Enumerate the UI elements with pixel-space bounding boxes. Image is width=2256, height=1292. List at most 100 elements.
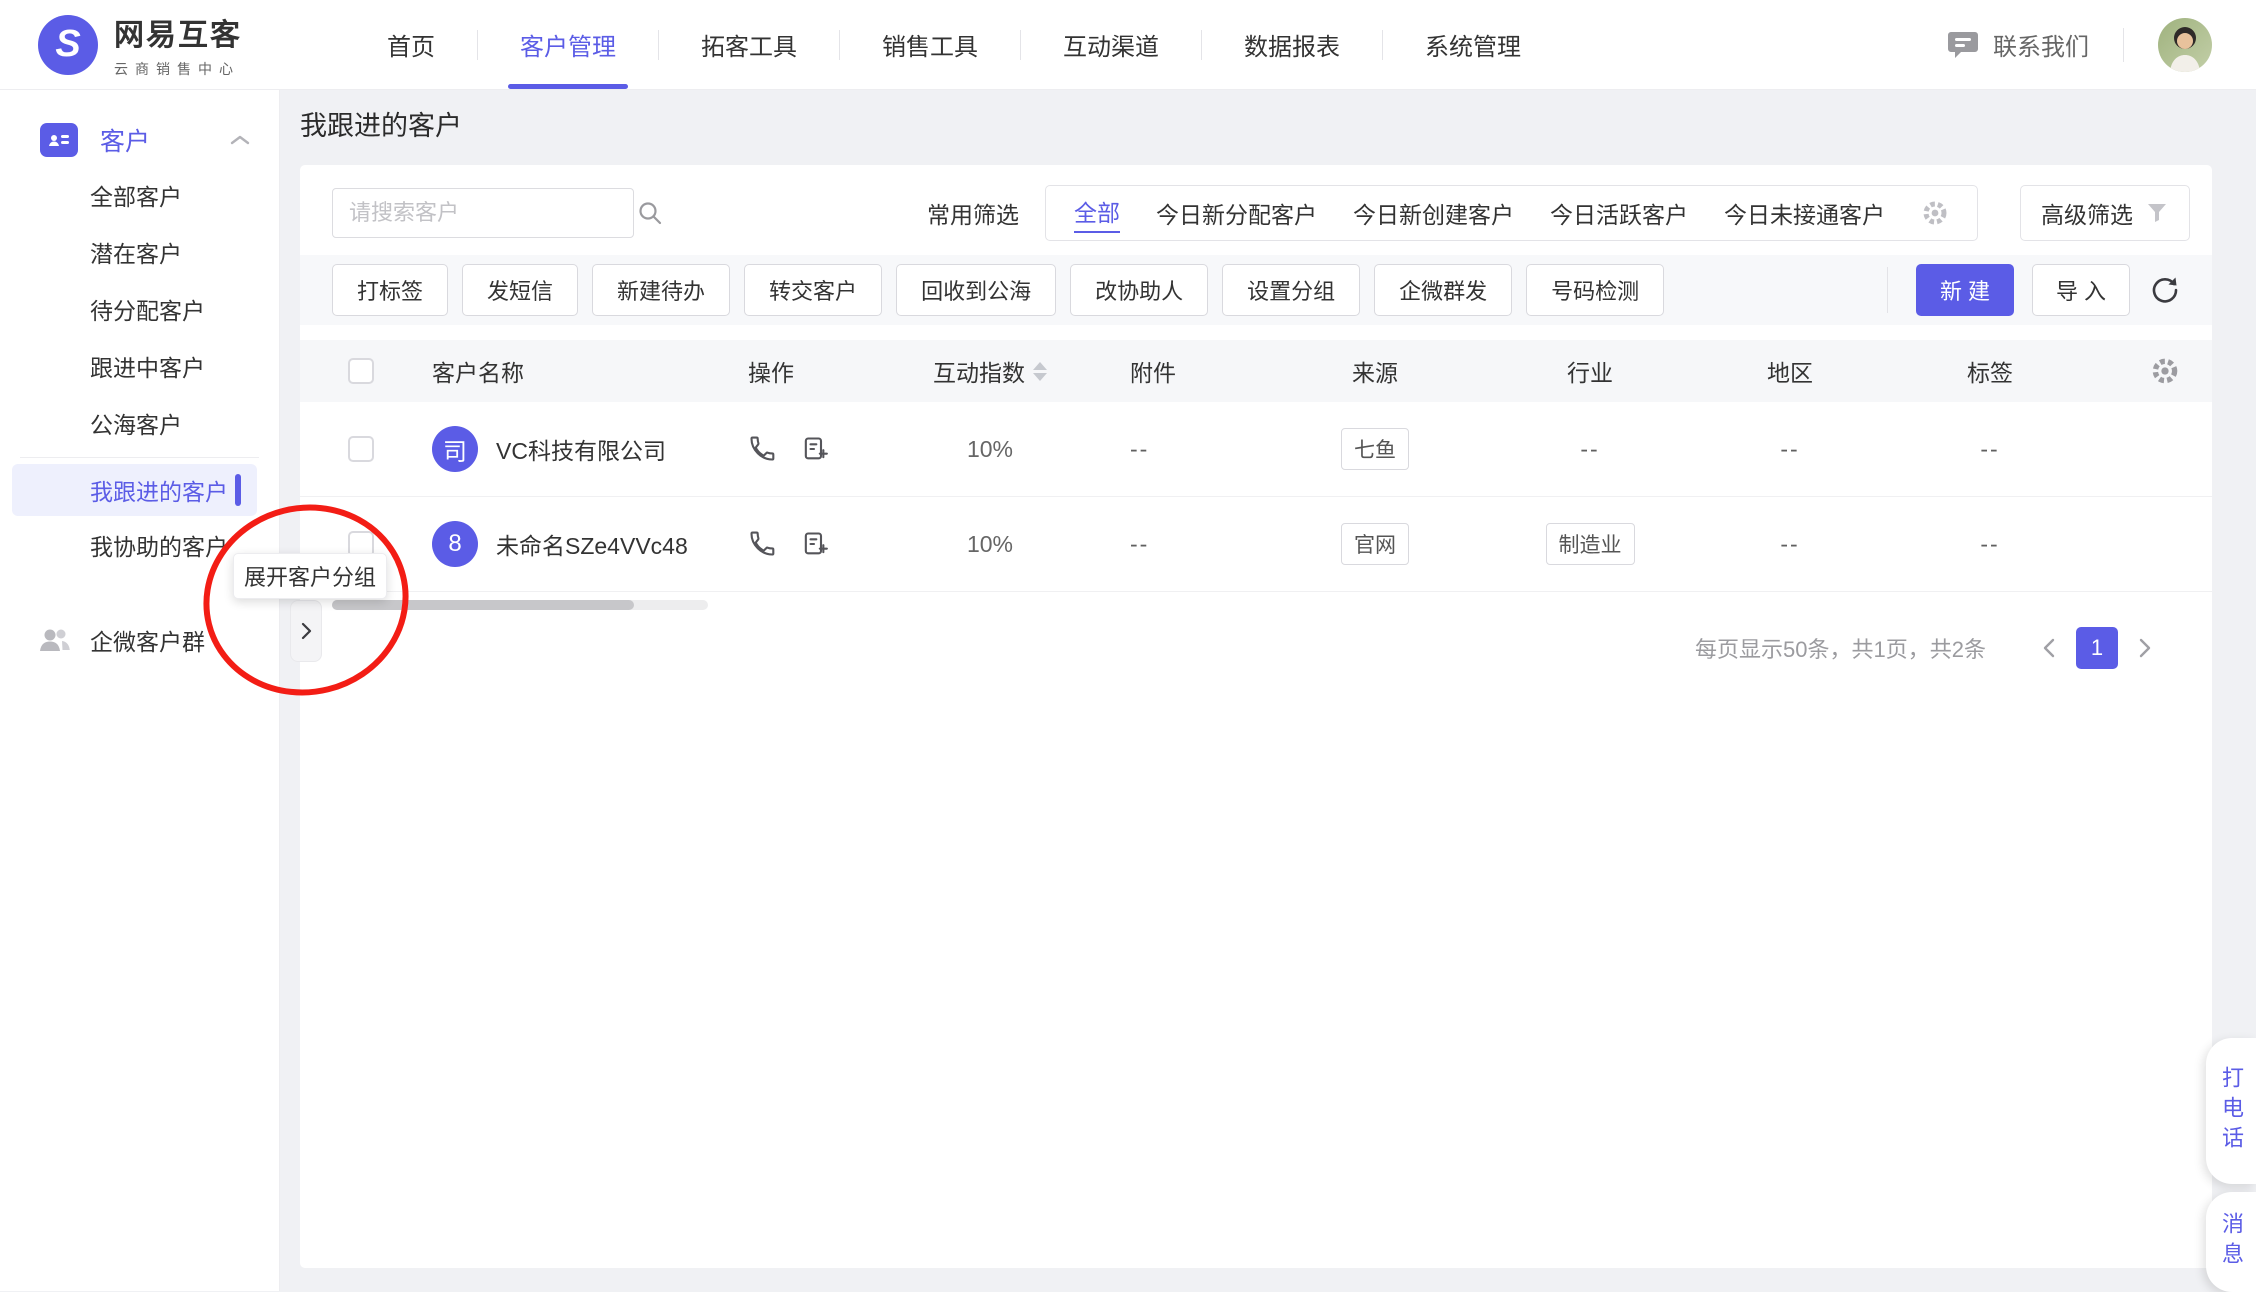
- tags-value: --: [1890, 436, 2090, 463]
- interaction-index-value: 10%: [870, 436, 1110, 463]
- customer-avatar: 司: [432, 426, 478, 472]
- messages-floating-button[interactable]: 消息: [2206, 1192, 2256, 1292]
- sidebar-item-my-followed-customers[interactable]: 我跟进的客户: [12, 464, 257, 516]
- advanced-filter-button[interactable]: 高级筛选: [2020, 185, 2190, 241]
- horizontal-scrollbar-thumb[interactable]: [332, 600, 634, 610]
- create-button[interactable]: 新 建: [1916, 264, 2014, 316]
- attachment-value: --: [1110, 531, 1260, 558]
- nav-item-home[interactable]: 首页: [345, 0, 477, 89]
- make-call-floating-button[interactable]: 打电话: [2206, 1038, 2256, 1184]
- sort-icons[interactable]: [1033, 362, 1047, 381]
- contact-us-link[interactable]: 联系我们: [1993, 27, 2089, 62]
- customer-name-cell[interactable]: 司 VC科技有限公司: [390, 426, 720, 472]
- sidebar-item-potential-customers[interactable]: 潜在客户: [0, 223, 279, 280]
- transfer-customer-button[interactable]: 转交客户: [744, 264, 882, 316]
- nav-item-data-reports[interactable]: 数据报表: [1202, 0, 1382, 89]
- nav-item-sales-tools[interactable]: 销售工具: [840, 0, 1020, 89]
- sort-desc-icon[interactable]: [1033, 373, 1047, 381]
- active-indicator-bar: [235, 474, 241, 506]
- industry-value: --: [1490, 436, 1690, 463]
- customer-card-icon: [40, 123, 78, 157]
- filter-chip-today-newly-assigned[interactable]: 今日新分配客户: [1156, 196, 1317, 230]
- industry-cell: 制造业: [1490, 523, 1690, 565]
- import-button[interactable]: 导 入: [2032, 264, 2130, 316]
- tooltip-text: 展开客户分组: [244, 560, 376, 592]
- sidebar-item-wecom-customer-groups[interactable]: 企微客户群: [0, 615, 279, 665]
- column-settings-cell: [2090, 356, 2180, 386]
- sort-asc-icon[interactable]: [1033, 362, 1047, 370]
- nav-item-interaction-channels[interactable]: 互动渠道: [1021, 0, 1201, 89]
- select-all-checkbox[interactable]: [348, 358, 374, 384]
- common-filters-label: 常用筛选: [927, 196, 1019, 230]
- source-tag: 官网: [1341, 523, 1409, 565]
- sidebar-item-label: 我跟进的客户: [90, 473, 228, 507]
- nav-item-customer-management[interactable]: 客户管理: [478, 0, 658, 89]
- column-header-name[interactable]: 客户名称: [390, 354, 720, 388]
- filter-chip-today-newly-created[interactable]: 今日新创建客户: [1353, 196, 1514, 230]
- set-group-button[interactable]: 设置分组: [1222, 264, 1360, 316]
- prev-page-icon[interactable]: [2032, 636, 2066, 660]
- sidebar-item-unassigned-customers[interactable]: 待分配客户: [0, 280, 279, 337]
- horizontal-scrollbar-track[interactable]: [332, 600, 708, 610]
- filter-chip-today-active[interactable]: 今日活跃客户: [1550, 196, 1688, 230]
- expand-customer-groups-handle[interactable]: [290, 600, 322, 662]
- table-row[interactable]: 8 未命名SZe4VVc48 10% -- 官网 制造业 -- --: [300, 497, 2212, 592]
- sidebar-divider: [20, 457, 259, 458]
- wecom-mass-send-button[interactable]: 企微群发: [1374, 264, 1512, 316]
- pagination-summary: 每页显示50条，共1页，共2条: [1695, 632, 1986, 664]
- number-check-button[interactable]: 号码检测: [1526, 264, 1664, 316]
- toolbar-right: 新 建 导 入: [1887, 264, 2180, 316]
- table-header: 客户名称 操作 互动指数 附件 来源 行业 地区 标签: [300, 340, 2212, 402]
- sidebar-section-customers[interactable]: 客户: [0, 90, 279, 166]
- filter-settings-gear-icon[interactable]: [1921, 199, 1949, 227]
- advanced-filter-label: 高级筛选: [2041, 196, 2133, 230]
- funnel-icon: [2145, 201, 2169, 225]
- column-settings-gear-icon[interactable]: [2150, 356, 2180, 386]
- customer-name[interactable]: 未命名SZe4VVc48: [496, 527, 688, 561]
- region-value: --: [1690, 531, 1890, 558]
- send-sms-button[interactable]: 发短信: [462, 264, 578, 316]
- filter-chip-all[interactable]: 全部: [1074, 194, 1120, 233]
- recycle-to-public-sea-button[interactable]: 回收到公海: [896, 264, 1056, 316]
- brand-logo[interactable]: S 网易互客 云商销售中心: [0, 10, 345, 79]
- search-icon[interactable]: [637, 200, 663, 226]
- sidebar-item-public-sea-customers[interactable]: 公海客户: [0, 394, 279, 451]
- filter-chip-today-unanswered[interactable]: 今日未接通客户: [1724, 196, 1885, 230]
- phone-call-icon[interactable]: [748, 435, 776, 463]
- industry-tag: 制造业: [1546, 523, 1635, 565]
- sidebar-item-all-customers[interactable]: 全部客户: [0, 166, 279, 223]
- refresh-icon[interactable]: [2148, 274, 2180, 306]
- change-assistant-button[interactable]: 改协助人: [1070, 264, 1208, 316]
- sidebar-item-following-customers[interactable]: 跟进中客户: [0, 337, 279, 394]
- interaction-index-value: 10%: [870, 531, 1110, 558]
- add-followup-record-icon[interactable]: [800, 530, 828, 558]
- brand-logo-letter: S: [55, 23, 80, 66]
- top-header: S 网易互客 云商销售中心 首页 客户管理 拓客工具 销售工具 互动渠道 数据报…: [0, 0, 2256, 90]
- column-header-attachment: 附件: [1110, 354, 1260, 388]
- select-all-cell: [332, 358, 390, 384]
- current-page-button[interactable]: 1: [2076, 627, 2118, 669]
- next-page-icon[interactable]: [2128, 636, 2162, 660]
- add-followup-record-icon[interactable]: [800, 435, 828, 463]
- chevron-up-icon[interactable]: [229, 133, 251, 147]
- phone-call-icon[interactable]: [748, 530, 776, 558]
- user-avatar[interactable]: [2158, 18, 2212, 72]
- search-input[interactable]: [349, 200, 637, 226]
- nav-item-acquisition-tools[interactable]: 拓客工具: [659, 0, 839, 89]
- new-todo-button[interactable]: 新建待办: [592, 264, 730, 316]
- table-row[interactable]: 司 VC科技有限公司 10% -- 七鱼 -- -- --: [300, 402, 2212, 497]
- main-nav: 首页 客户管理 拓客工具 销售工具 互动渠道 数据报表 系统管理: [345, 0, 1563, 89]
- tag-button[interactable]: 打标签: [332, 264, 448, 316]
- brand-text: 网易互客 云商销售中心: [114, 10, 242, 79]
- brand-name: 网易互客: [114, 10, 242, 54]
- source-cell: 七鱼: [1260, 428, 1490, 470]
- row-checkbox[interactable]: [348, 436, 374, 462]
- column-header-industry: 行业: [1490, 354, 1690, 388]
- column-header-source: 来源: [1260, 354, 1490, 388]
- tags-value: --: [1890, 531, 2090, 558]
- nav-item-system-management[interactable]: 系统管理: [1383, 0, 1563, 89]
- customer-avatar: 8: [432, 521, 478, 567]
- customer-name-cell[interactable]: 8 未命名SZe4VVc48: [390, 521, 720, 567]
- column-header-interaction-index[interactable]: 互动指数: [870, 354, 1110, 388]
- customer-name[interactable]: VC科技有限公司: [496, 432, 666, 466]
